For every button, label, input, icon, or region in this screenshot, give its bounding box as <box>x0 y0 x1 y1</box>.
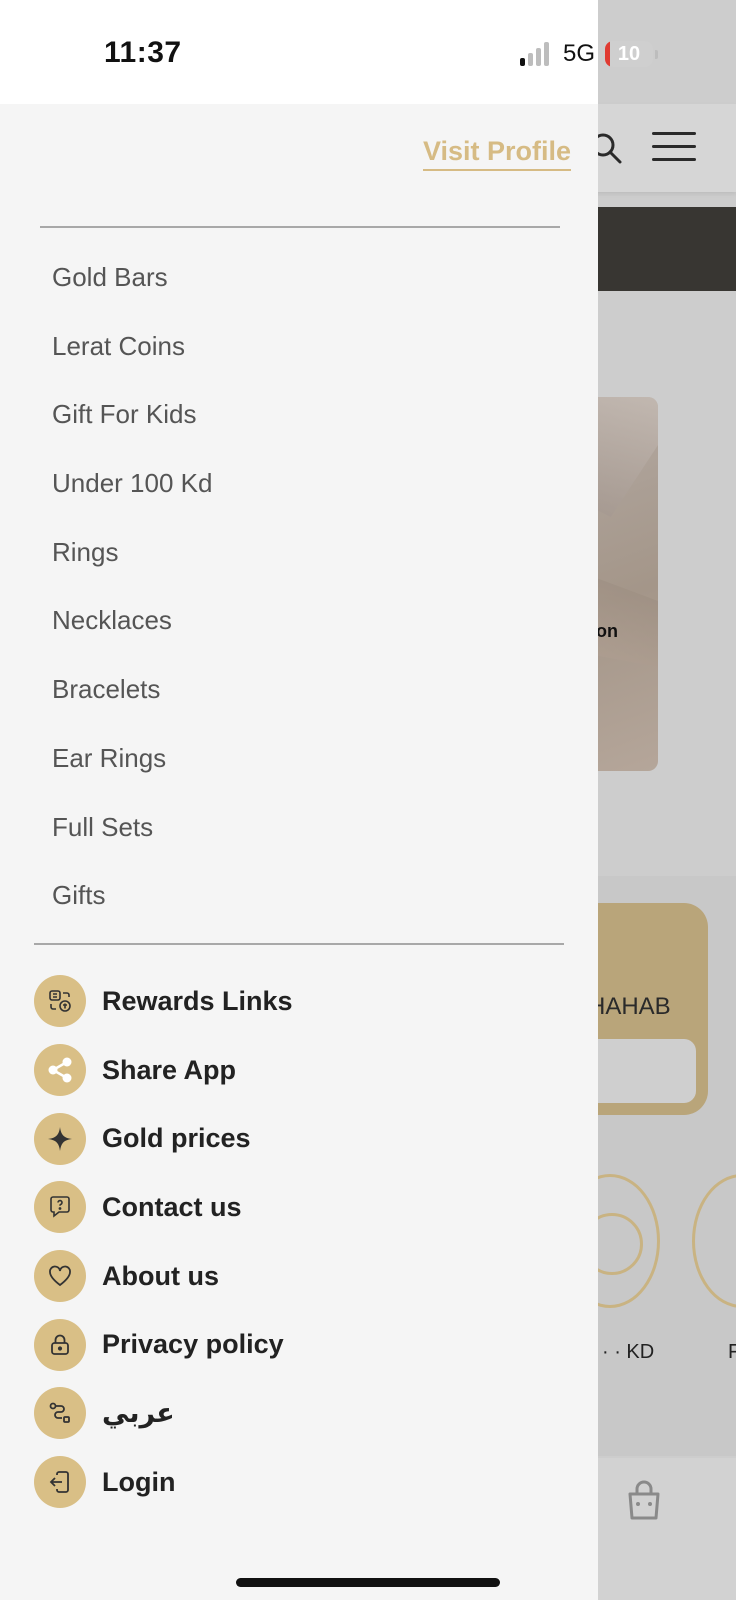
privacy-policy-item[interactable]: Privacy policy <box>34 1310 293 1379</box>
share-app-label: Share App <box>102 1054 237 1085</box>
background-gold-card-text: HAHAB <box>588 993 671 1020</box>
category-item-gift-for-kids[interactable]: Gift For Kids <box>52 392 212 461</box>
status-icons: 5G 10 <box>520 40 659 68</box>
about-us-label: About us <box>102 1260 219 1291</box>
category-item-full-sets[interactable]: Full Sets <box>52 805 212 874</box>
contact-us-item[interactable]: Contact us <box>34 1173 293 1242</box>
language-route-icon <box>34 1387 86 1440</box>
contact-us-label: Contact us <box>102 1191 242 1222</box>
battery-level: 10 <box>617 43 641 65</box>
login-icon <box>34 1456 86 1509</box>
gold-prices-item[interactable]: Gold prices <box>34 1104 293 1173</box>
category-item-ear-rings[interactable]: Ear Rings <box>52 736 212 805</box>
battery-tip <box>655 49 659 59</box>
share-app-item[interactable]: Share App <box>34 1036 293 1105</box>
heart-icon <box>34 1250 86 1303</box>
rewards-links-item[interactable]: Rewards Links <box>34 967 293 1036</box>
drawer-links: Rewards Links Share App Gold prices Cont… <box>34 967 293 1517</box>
rewards-icon <box>34 975 86 1028</box>
login-label: Login <box>102 1466 176 1497</box>
language-label: عربي <box>102 1397 175 1428</box>
divider <box>34 943 564 945</box>
visit-profile-link[interactable]: Visit Profile <box>423 136 572 171</box>
battery-icon: 10 <box>605 41 654 67</box>
status-bar: 11:37 <box>0 0 598 104</box>
divider <box>40 226 560 228</box>
hamburger-menu-icon[interactable] <box>652 132 696 164</box>
category-item-rings[interactable]: Rings <box>52 530 212 599</box>
share-icon <box>34 1044 86 1097</box>
chat-question-icon <box>34 1181 86 1234</box>
background-partial-text: F <box>728 1341 736 1363</box>
rewards-links-label: Rewards Links <box>102 985 293 1016</box>
category-list: Gold Bars Lerat Coins Gift For Kids Unde… <box>52 255 212 942</box>
about-us-item[interactable]: About us <box>34 1242 293 1311</box>
shopping-bag-icon[interactable] <box>622 1478 666 1522</box>
background-card-text: on <box>596 621 618 641</box>
network-type: 5G <box>563 40 596 67</box>
status-time: 11:37 <box>104 36 182 69</box>
privacy-policy-label: Privacy policy <box>102 1329 284 1360</box>
language-item[interactable]: عربي <box>34 1379 293 1448</box>
background-price-text: · · KD <box>602 1341 655 1363</box>
category-item-gold-bars[interactable]: Gold Bars <box>52 255 212 324</box>
category-item-under-100-kd[interactable]: Under 100 Kd <box>52 461 212 530</box>
gold-prices-label: Gold prices <box>102 1123 251 1154</box>
lock-icon <box>34 1318 86 1371</box>
sparkle-icon <box>34 1112 86 1165</box>
category-item-bracelets[interactable]: Bracelets <box>52 667 212 736</box>
category-item-lerat-coins[interactable]: Lerat Coins <box>52 324 212 393</box>
home-indicator[interactable] <box>236 1578 500 1587</box>
login-item[interactable]: Login <box>34 1448 293 1517</box>
side-drawer: 11:37 Visit Profile Gold Bars Lerat Coin… <box>0 0 598 1600</box>
category-item-necklaces[interactable]: Necklaces <box>52 598 212 667</box>
category-item-gifts[interactable]: Gifts <box>52 873 212 942</box>
cellular-signal-icon <box>520 42 549 66</box>
